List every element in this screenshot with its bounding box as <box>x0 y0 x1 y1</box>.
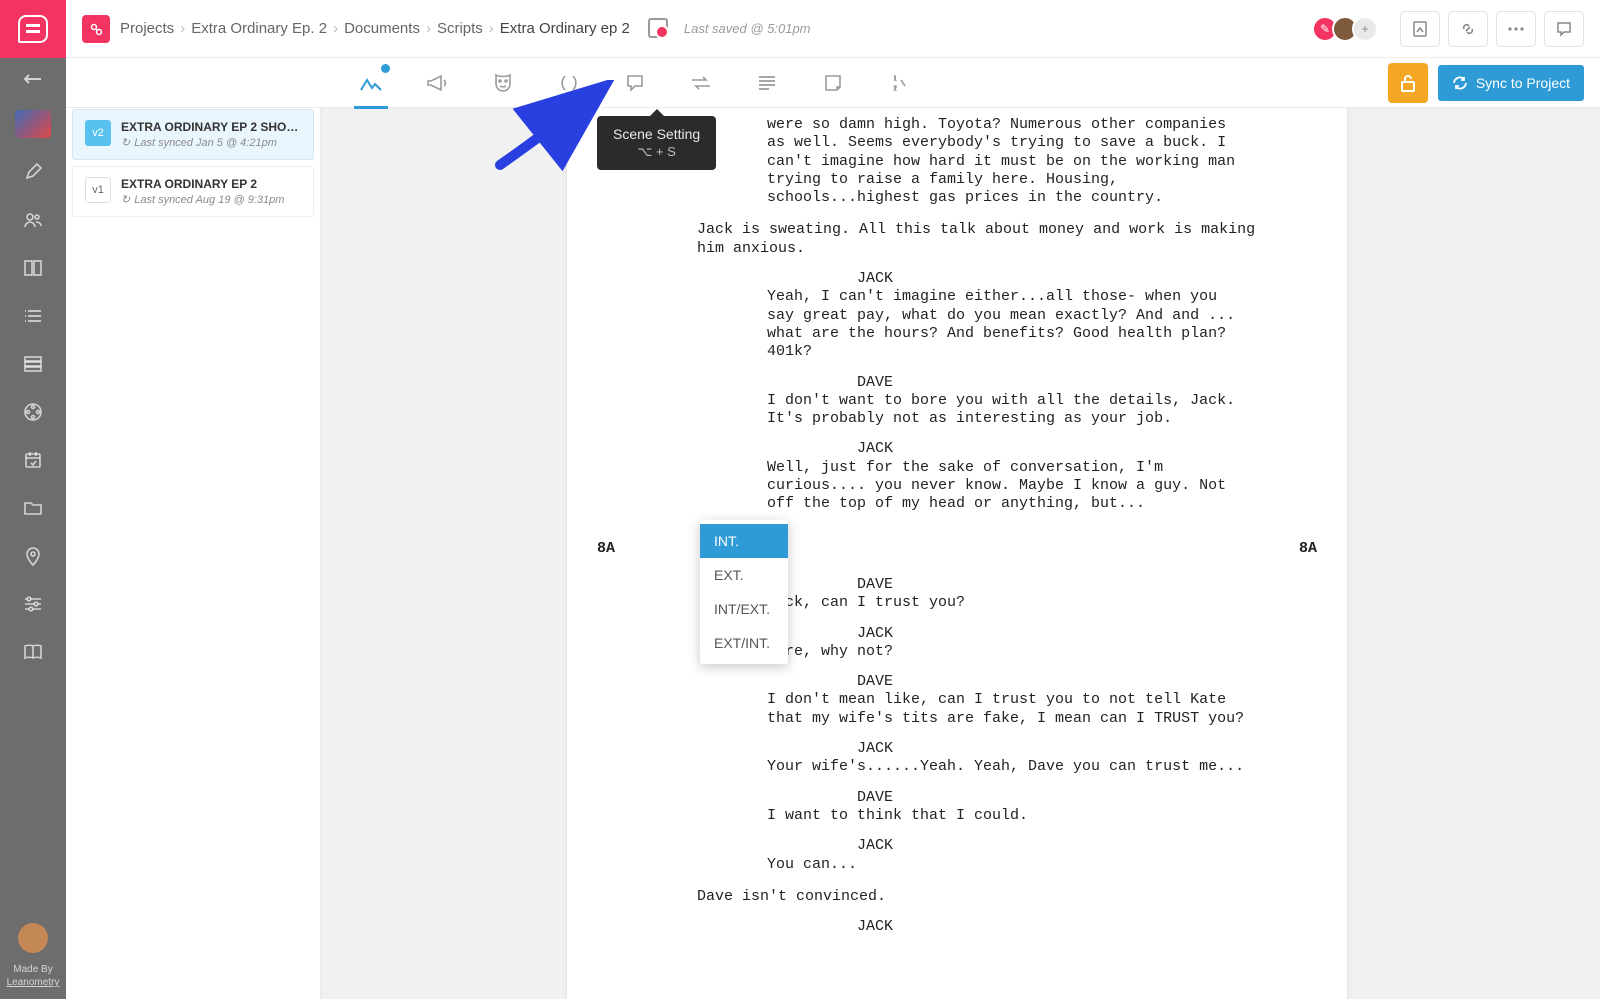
left-rail: Made By Leanometry <box>0 0 66 999</box>
chevron-right-icon: › <box>180 20 185 37</box>
parenthetical-icon[interactable] <box>554 68 584 98</box>
revision-item[interactable]: v1 EXTRA ORDINARY EP 2 ↻ Last synced Aug… <box>72 166 314 217</box>
revision-badge: v1 <box>85 177 111 203</box>
action-block[interactable]: Dave isn't convinced. <box>697 888 1267 906</box>
dialogue-block[interactable]: Well, just for the sake of conversation,… <box>767 459 1247 514</box>
character-name[interactable]: DAVE <box>857 789 1287 807</box>
dialogue-block[interactable]: Yeah, I can't imagine either...all those… <box>767 288 1247 361</box>
editor-canvas[interactable]: were so damn high. Toyota? Numerous othe… <box>321 108 1600 999</box>
user-avatar[interactable] <box>18 923 48 953</box>
rows-icon[interactable] <box>0 340 66 388</box>
shot-number-icon[interactable]: 12 <box>884 68 914 98</box>
action-lines-icon[interactable] <box>752 68 782 98</box>
more-button[interactable] <box>1496 11 1536 47</box>
breadcrumb-current: Extra Ordinary ep 2 <box>500 20 630 37</box>
last-saved-label: Last saved @ 5:01pm <box>684 21 811 36</box>
app-logo[interactable] <box>0 0 66 58</box>
character-name[interactable]: DAVE <box>857 673 1287 691</box>
dialogue-block[interactable]: Your wife's......Yeah. Yeah, Dave you ca… <box>767 758 1247 776</box>
revision-badge: v2 <box>85 120 111 146</box>
made-by-label: Made By Leanometry <box>7 963 60 989</box>
refresh-icon <box>1452 75 1468 91</box>
chevron-right-icon: › <box>489 20 494 37</box>
breadcrumb-documents[interactable]: Documents <box>344 20 420 37</box>
dropdown-option-ext[interactable]: EXT. <box>700 558 788 592</box>
tooltip-title: Scene Setting <box>613 126 700 142</box>
announcement-icon[interactable] <box>422 68 452 98</box>
comments-button[interactable] <box>1544 11 1584 47</box>
people-icon[interactable] <box>0 196 66 244</box>
calendar-icon[interactable] <box>0 436 66 484</box>
chevron-right-icon: › <box>426 20 431 37</box>
back-arrow-icon[interactable] <box>0 58 66 100</box>
save-status-icon[interactable] <box>648 18 670 40</box>
revisions-panel: DOCUMENT REVISIONS (2) v2 EXTRA ORDINARY… <box>66 58 321 999</box>
scene-setting-button[interactable] <box>356 68 386 98</box>
sync-label: Sync to Project <box>1476 75 1570 91</box>
chevron-right-icon: › <box>333 20 338 37</box>
boards-icon[interactable] <box>0 244 66 292</box>
project-icon[interactable] <box>82 15 110 43</box>
transition-icon[interactable] <box>686 68 716 98</box>
character-mask-icon[interactable] <box>488 68 518 98</box>
project-thumb[interactable] <box>0 100 66 148</box>
breadcrumb-episode[interactable]: Extra Ordinary Ep. 2 <box>191 20 327 37</box>
character-name[interactable]: JACK <box>857 837 1287 855</box>
note-icon[interactable] <box>818 68 848 98</box>
revision-meta: ↻ Last synced Aug 19 @ 9:31pm <box>121 193 301 206</box>
sync-to-project-button[interactable]: Sync to Project <box>1438 65 1584 101</box>
revision-title: EXTRA ORDINARY EP 2 <box>121 177 301 191</box>
dialogue-block[interactable]: were so damn high. Toyota? Numerous othe… <box>767 116 1247 207</box>
book-icon[interactable] <box>0 628 66 676</box>
list-icon[interactable] <box>0 292 66 340</box>
dialogue-block[interactable]: I want to think that I could. <box>767 807 1247 825</box>
character-name[interactable]: DAVE <box>857 576 1287 594</box>
export-pdf-button[interactable] <box>1400 11 1440 47</box>
dialogue-block[interactable]: Jack, can I trust you? <box>767 594 1247 612</box>
character-name[interactable]: JACK <box>857 440 1287 458</box>
action-block[interactable]: Jack is sweating. All this talk about mo… <box>697 221 1267 258</box>
link-button[interactable] <box>1448 11 1488 47</box>
sync-icon: ↻ <box>121 136 130 149</box>
svg-text:2: 2 <box>893 84 898 93</box>
lock-button[interactable] <box>1388 63 1428 103</box>
tooltip-shortcut: ⌥ + S <box>613 144 700 160</box>
top-bar: Projects › Extra Ordinary Ep. 2 › Docume… <box>66 0 1600 58</box>
character-name[interactable]: JACK <box>857 918 1287 936</box>
dialogue-block[interactable]: Sure, why not? <box>767 643 1247 661</box>
sync-icon: ↻ <box>121 193 130 206</box>
revision-item[interactable]: v2 EXTRA ORDINARY EP 2 SHOOTIN… ↻ Last s… <box>72 109 314 160</box>
revision-title: EXTRA ORDINARY EP 2 SHOOTIN… <box>121 120 301 134</box>
dialogue-block[interactable]: I don't want to bore you with all the de… <box>767 392 1247 429</box>
dropdown-option-extint[interactable]: EXT/INT. <box>700 626 788 660</box>
breadcrumb-scripts[interactable]: Scripts <box>437 20 483 37</box>
breadcrumb-projects[interactable]: Projects <box>120 20 174 37</box>
dialogue-block[interactable]: You can... <box>767 856 1247 874</box>
folder-icon[interactable] <box>0 484 66 532</box>
dropdown-option-int[interactable]: INT. <box>700 524 788 558</box>
dialogue-block[interactable]: I don't mean like, can I trust you to no… <box>767 691 1247 728</box>
reel-icon[interactable] <box>0 388 66 436</box>
scene-setting-dropdown[interactable]: INT. EXT. INT/EXT. EXT/INT. <box>700 520 788 664</box>
edit-icon[interactable] <box>0 148 66 196</box>
script-page[interactable]: were so damn high. Toyota? Numerous othe… <box>567 108 1347 999</box>
dropdown-option-intext[interactable]: INT/EXT. <box>700 592 788 626</box>
dialogue-icon[interactable] <box>620 68 650 98</box>
speech-bubble-icon <box>18 15 48 43</box>
collaborator-avatars[interactable]: ✎ + <box>1318 16 1378 42</box>
character-name[interactable]: JACK <box>857 740 1287 758</box>
scene-setting-tooltip: Scene Setting ⌥ + S <box>597 116 716 170</box>
character-name[interactable]: JACK <box>857 625 1287 643</box>
revision-meta: ↻ Last synced Jan 5 @ 4:21pm <box>121 136 301 149</box>
avatar-add[interactable]: + <box>1352 16 1378 42</box>
breadcrumb: Projects › Extra Ordinary Ep. 2 › Docume… <box>120 20 630 37</box>
editor-toolbar: 12 Sync to Project <box>66 58 1600 108</box>
location-pin-icon[interactable] <box>0 532 66 580</box>
character-name[interactable]: JACK <box>857 270 1287 288</box>
rail-footer: Made By Leanometry <box>0 923 66 999</box>
sliders-icon[interactable] <box>0 580 66 628</box>
character-name[interactable]: DAVE <box>857 374 1287 392</box>
svg-text:1: 1 <box>893 74 898 83</box>
